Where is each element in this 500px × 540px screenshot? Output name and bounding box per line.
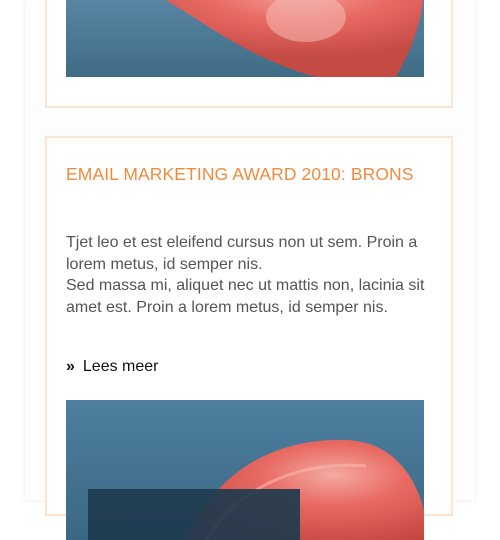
article-headline[interactable]: EMAIL MARKETING AWARD 2010: BRONS (66, 162, 426, 187)
article-paragraph-2: Sed massa mi, aliquet nec ut mattis non,… (66, 277, 425, 316)
image-caption-overlay (88, 489, 300, 540)
article-card: EMAIL MARKETING AWARD 2010: BRONS Tjet l… (45, 136, 453, 540)
article-image (66, 400, 424, 540)
article-card-previous (45, 0, 453, 108)
double-chevron-right-icon: » (66, 358, 75, 375)
read-more-link[interactable]: » Lees meer (66, 356, 159, 378)
article-body: Tjet leo et est eleifend cursus non ut s… (66, 232, 436, 318)
article-paragraph-1: Tjet leo et est eleifend cursus non ut s… (66, 234, 418, 273)
article-image-previous (66, 0, 424, 77)
read-more-label: Lees meer (82, 358, 159, 375)
